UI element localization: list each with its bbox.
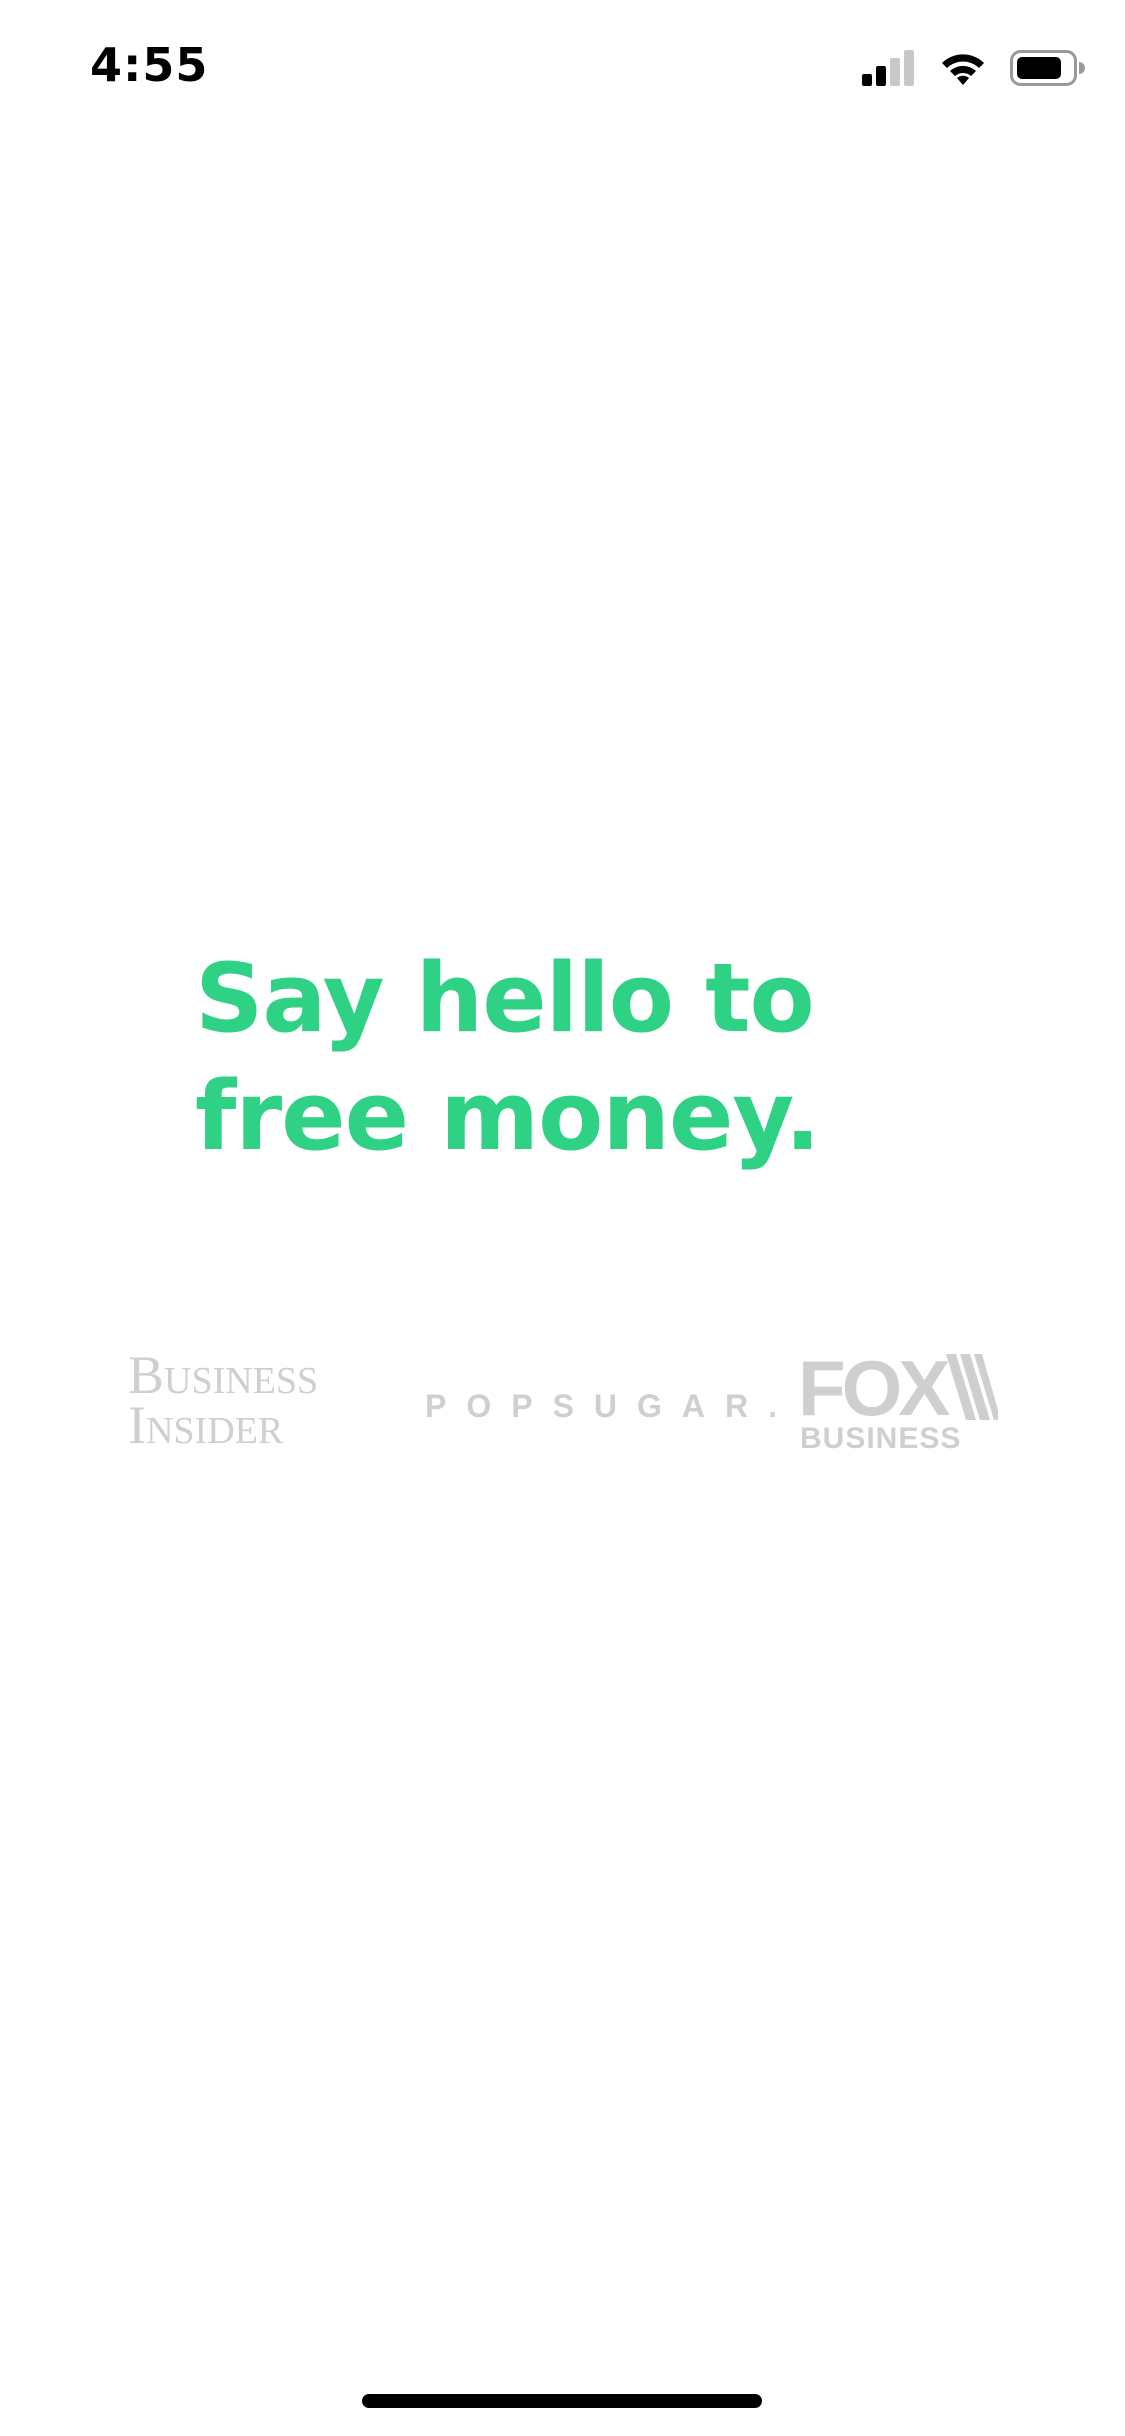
popsugar-logo: POPSUGAR. (425, 1388, 798, 1424)
fox-business-logo-word: FOX (798, 1344, 950, 1432)
battery-icon (1010, 50, 1085, 86)
status-icons (862, 48, 1085, 88)
press-logos: Business Insider POPSUGAR. FOX BUSINESS (0, 1340, 1125, 1470)
status-time: 4:55 (90, 38, 209, 92)
headline: Say hello to free money. (195, 944, 821, 1172)
status-bar: 4:55 (0, 0, 1125, 135)
business-insider-logo-line2: Insider (128, 1395, 284, 1455)
business-insider-logo-line1: Business (128, 1345, 319, 1405)
wifi-icon (942, 54, 984, 85)
signal-icon (862, 50, 914, 86)
fox-stripes-icon (946, 1354, 998, 1420)
fox-business-logo-sub: BUSINESS (800, 1422, 962, 1455)
fox-business-logo: FOX BUSINESS (798, 1344, 998, 1462)
business-insider-logo: Business Insider (128, 1345, 368, 1455)
home-indicator[interactable] (362, 2394, 762, 2408)
